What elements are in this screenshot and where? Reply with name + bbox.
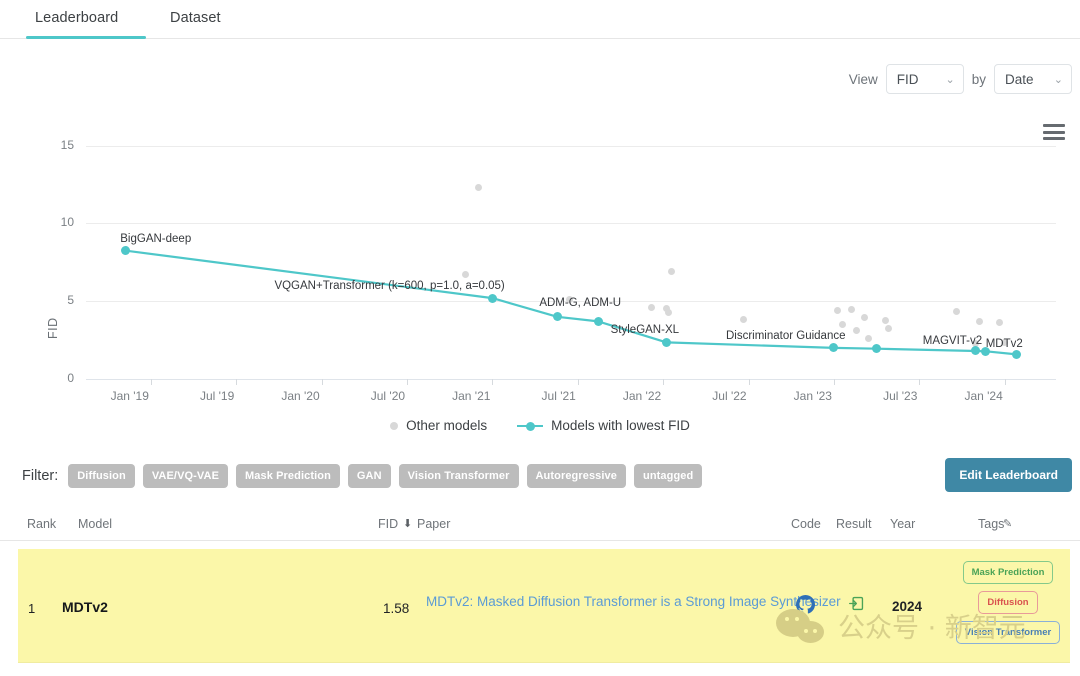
data-point-label: MDTv2: [986, 338, 1023, 350]
external-link-icon[interactable]: [848, 595, 865, 617]
data-point-best[interactable]: [662, 338, 671, 347]
header-paper[interactable]: Paper: [417, 517, 450, 531]
data-point-other[interactable]: [848, 306, 855, 313]
row-tag[interactable]: Mask Prediction: [963, 561, 1054, 584]
data-point-label: BigGAN-deep: [120, 233, 191, 245]
metric-select[interactable]: FID ⌄: [886, 64, 964, 94]
fid-over-time-chart: FID 051015Jan '19Jul '19Jan '20Jul '20Ja…: [0, 104, 1080, 434]
header-tags[interactable]: Tags: [978, 517, 1004, 531]
filter-chip[interactable]: Mask Prediction: [236, 464, 340, 488]
data-point-label: Discriminator Guidance: [726, 330, 846, 342]
legend-label-other: Other models: [406, 418, 487, 433]
tab-leaderboard[interactable]: Leaderboard: [33, 6, 120, 38]
filter-chip[interactable]: untagged: [634, 464, 702, 488]
data-point-other[interactable]: [740, 316, 747, 323]
header-fid[interactable]: FID: [378, 517, 398, 531]
header-rank[interactable]: Rank: [27, 517, 56, 531]
header-code[interactable]: Code: [791, 517, 821, 531]
axis-select-value: Date: [1005, 72, 1034, 87]
metric-select-value: FID: [897, 72, 919, 87]
data-point-label: StyleGAN-XL: [611, 324, 679, 336]
lowest-fid-line: [0, 104, 1080, 434]
cell-fid: 1.58: [383, 601, 409, 616]
filter-chip[interactable]: Diffusion: [68, 464, 135, 488]
chart-legend: Other models Models with lowest FID: [0, 418, 1080, 433]
data-point-other[interactable]: [462, 271, 469, 278]
data-point-best[interactable]: [488, 294, 497, 303]
cell-rank: 1: [28, 601, 35, 616]
axis-select[interactable]: Date ⌄: [994, 64, 1072, 94]
data-point-other[interactable]: [839, 321, 846, 328]
chevron-down-icon: ⌄: [946, 73, 955, 86]
tags-edit-icon[interactable]: ✎: [1003, 517, 1012, 530]
active-tab-indicator: [26, 36, 146, 39]
github-icon[interactable]: [796, 595, 815, 619]
data-point-other[interactable]: [865, 335, 872, 342]
filter-chip[interactable]: Autoregressive: [527, 464, 627, 488]
tab-dataset[interactable]: Dataset: [168, 6, 223, 38]
data-point-other[interactable]: [885, 325, 892, 332]
header-model[interactable]: Model: [78, 517, 112, 531]
header-year[interactable]: Year: [890, 517, 915, 531]
tab-bar: Leaderboard Dataset: [0, 0, 1080, 39]
cell-tags: Mask Prediction Diffusion Vision Transform…: [948, 561, 1068, 644]
leaderboard-page: Leaderboard Dataset View FID ⌄ by Date ⌄…: [0, 0, 1080, 676]
view-label: View: [849, 72, 878, 87]
data-point-label: ADM-G, ADM-U: [539, 297, 621, 309]
data-point-other[interactable]: [882, 317, 889, 324]
by-label: by: [972, 72, 986, 87]
filter-row: Filter: Diffusion VAE/VQ-VAE Mask Predicti…: [0, 458, 1080, 494]
table-header: Rank Model FID ⬇ Paper Code Result Year …: [0, 510, 1080, 541]
filter-chip-list: Diffusion VAE/VQ-VAE Mask Prediction GAN Vis…: [68, 464, 710, 488]
table-row[interactable]: 1 MDTv2 1.58 MDTv2: Masked Diffusion Tra…: [18, 549, 1070, 663]
row-tag[interactable]: Diffusion: [978, 591, 1037, 614]
cell-paper-link[interactable]: MDTv2: Masked Diffusion Transformer is a…: [426, 591, 781, 612]
data-point-other[interactable]: [648, 304, 655, 311]
legend-item-lowest-fid[interactable]: Models with lowest FID: [517, 418, 690, 433]
data-point-label: VQGAN+Transformer (k=600, p=1.0, a=0.05): [274, 280, 504, 292]
legend-dot-icon: [390, 422, 398, 430]
data-point-best[interactable]: [594, 317, 603, 326]
filter-chip[interactable]: Vision Transformer: [399, 464, 519, 488]
chevron-down-icon: ⌄: [1054, 73, 1063, 86]
cell-model: MDTv2: [62, 599, 108, 615]
data-point-label: MAGVIT-v2: [923, 335, 982, 347]
data-point-other[interactable]: [834, 307, 841, 314]
filter-chip[interactable]: GAN: [348, 464, 391, 488]
edit-leaderboard-button[interactable]: Edit Leaderboard: [945, 458, 1072, 492]
legend-item-other-models[interactable]: Other models: [390, 418, 487, 433]
legend-label-lowest: Models with lowest FID: [551, 418, 690, 433]
cell-year: 2024: [892, 599, 922, 614]
sort-descending-icon[interactable]: ⬇: [403, 517, 412, 530]
legend-line-icon: [517, 421, 543, 430]
row-tag[interactable]: Vision Transformer: [956, 621, 1060, 644]
data-point-other[interactable]: [853, 327, 860, 334]
filter-label: Filter:: [22, 468, 58, 484]
header-result[interactable]: Result: [836, 517, 871, 531]
data-point-other[interactable]: [976, 318, 983, 325]
chart-view-controls: View FID ⌄ by Date ⌄: [849, 64, 1072, 94]
data-point-best[interactable]: [121, 246, 130, 255]
filter-chip[interactable]: VAE/VQ-VAE: [143, 464, 228, 488]
